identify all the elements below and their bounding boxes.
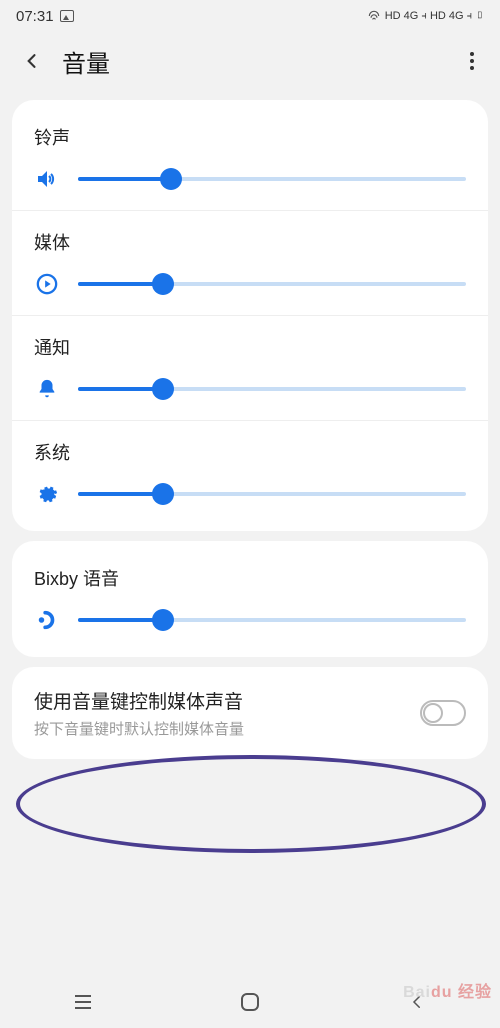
media-label: 媒体 <box>34 229 466 255</box>
volume-icon <box>34 166 60 192</box>
media-key-toggle-row[interactable]: 使用音量键控制媒体声音 按下音量键时默认控制媒体音量 <box>12 667 488 759</box>
ringtone-section: 铃声 <box>12 106 488 211</box>
notification-label: 通知 <box>34 334 466 360</box>
play-icon <box>34 271 60 297</box>
bell-icon <box>34 376 60 402</box>
system-section: 系统 <box>12 421 488 525</box>
system-label: 系统 <box>34 439 466 465</box>
bixby-card: Bixby 语音 <box>12 541 488 657</box>
header: 音量 <box>0 32 500 90</box>
status-bar: 07:31 HD 4G ⫞ HD 4G ⫞ ▯ <box>0 0 500 32</box>
screenshot-icon <box>60 10 74 22</box>
more-menu-button[interactable] <box>460 49 484 73</box>
toggle-switch[interactable] <box>420 700 466 726</box>
bixby-slider[interactable] <box>78 618 466 622</box>
status-indicators: HD 4G ⫞ HD 4G ⫞ ▯ <box>367 9 484 23</box>
system-slider[interactable] <box>78 492 466 496</box>
page-title: 音量 <box>62 44 460 79</box>
recents-button[interactable] <box>72 991 94 1013</box>
toggle-title: 使用音量键控制媒体声音 <box>34 687 420 714</box>
media-slider[interactable] <box>78 282 466 286</box>
toggle-subtitle: 按下音量键时默认控制媒体音量 <box>34 718 420 739</box>
volume-sliders-card: 铃声 媒体 通知 <box>12 100 488 531</box>
notification-section: 通知 <box>12 316 488 421</box>
watermark: Baidu 经验 <box>403 978 492 1002</box>
bixby-label: Bixby 语音 <box>34 565 466 591</box>
status-time: 07:31 <box>16 8 54 25</box>
ringtone-slider[interactable] <box>78 177 466 181</box>
notification-slider[interactable] <box>78 387 466 391</box>
home-button[interactable] <box>239 991 261 1013</box>
ringtone-label: 铃声 <box>34 124 466 150</box>
back-button[interactable] <box>20 49 44 73</box>
bixby-icon <box>34 607 60 633</box>
media-section: 媒体 <box>12 211 488 316</box>
annotation-highlight <box>16 755 486 853</box>
gear-icon <box>34 481 60 507</box>
